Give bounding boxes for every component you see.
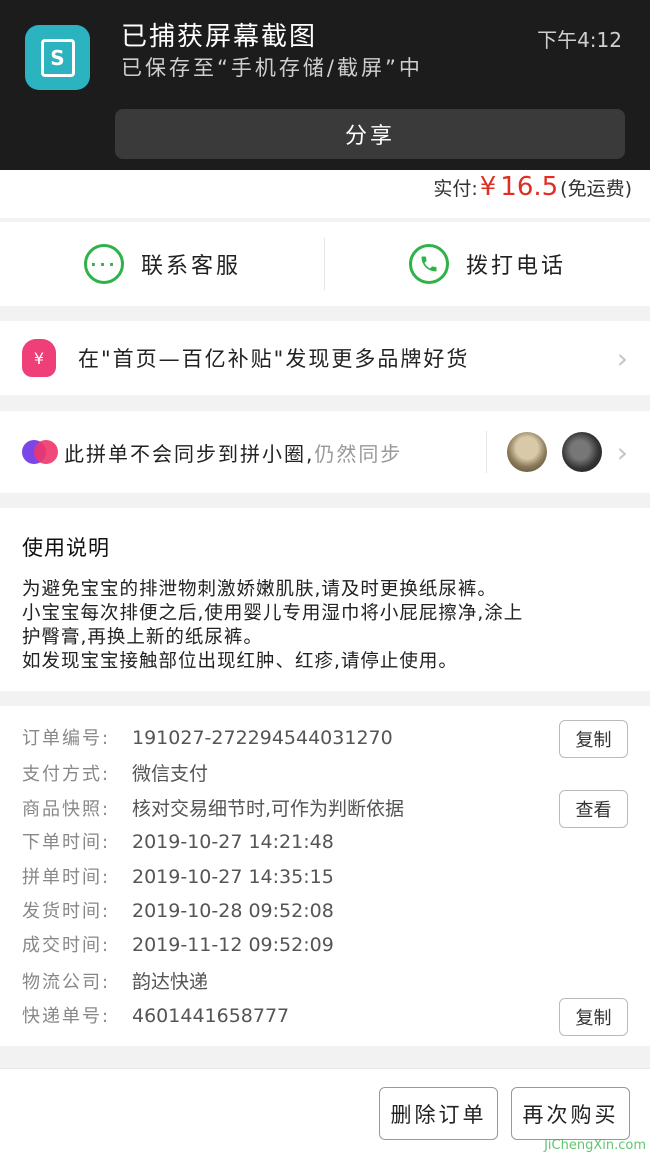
order-number-label: 订单编号: (22, 728, 111, 749)
courier-label: 物流公司: (22, 972, 111, 993)
call-phone-label: 拨打电话 (465, 254, 566, 279)
snapshot-value: 核对交易细节时,可作为判断依据 (132, 798, 405, 820)
usage-title: 使用说明 (22, 536, 110, 560)
delete-order-button[interactable]: 删除订单 (379, 1087, 498, 1140)
usage-instructions: 使用说明 为避免宝宝的排泄物刺激娇嫩肌肤,请及时更换纸尿裤。 小宝宝每次排便之后… (0, 508, 650, 691)
call-phone-button[interactable]: 拨打电话 (325, 222, 650, 306)
chevron-right-icon: › (616, 341, 628, 375)
order-number-value: 191027-272294544031270 (132, 727, 393, 749)
ship-time-value: 2019-10-28 09:52:08 (132, 900, 334, 922)
chevron-right-icon: › (616, 435, 628, 469)
share-button[interactable]: 分享 (115, 109, 625, 159)
tracking-number-row: 快递单号: 4601441658777 (22, 1002, 289, 1028)
usage-line: 护臀膏,再换上新的纸尿裤。 (22, 627, 263, 648)
tracking-number-value: 4601441658777 (132, 1005, 290, 1027)
ship-time-label: 发货时间: (22, 901, 111, 922)
rebuy-button[interactable]: 再次购买 (511, 1087, 630, 1140)
order-detail-page: S 已捕获屏幕截图 已保存至“手机存储/截屏”中 下午4:12 分享 实付: ¥… (0, 0, 650, 1155)
divider (486, 431, 487, 473)
contact-service-label: 联系客服 (140, 254, 241, 279)
courier-value: 韵达快递 (132, 971, 209, 993)
notification-subtitle: 已保存至“手机存储/截屏”中 (121, 56, 423, 80)
payment-method-label: 支付方式: (22, 764, 111, 785)
copy-order-number-button[interactable]: 复制 (559, 720, 628, 758)
group-circle-icon (22, 439, 60, 465)
group-circle-sync-text: 仍然同步 (314, 441, 403, 466)
order-time-value: 2019-10-27 14:21:48 (132, 831, 334, 853)
avatar (507, 432, 547, 472)
shipping-note: (免运费) (560, 178, 632, 200)
deal-time-row: 成交时间: 2019-11-12 09:52:09 (22, 931, 334, 957)
payment-method-value: 微信支付 (132, 763, 209, 785)
usage-line: 为避免宝宝的排泄物刺激娇嫩肌肤,请及时更换纸尿裤。 (22, 579, 497, 600)
group-time-row: 拼单时间: 2019-10-27 14:35:15 (22, 863, 334, 889)
deal-time-label: 成交时间: (22, 935, 111, 956)
tracking-number-label: 快递单号: (22, 1006, 111, 1027)
snapshot-row: 商品快照: 核对交易细节时,可作为判断依据 (22, 794, 404, 821)
screenshot-app-icon: S (25, 25, 90, 90)
payment-method-row: 支付方式: 微信支付 (22, 759, 208, 786)
subsidy-promo-text: 在"首页—百亿补贴"发现更多品牌好货 (78, 347, 470, 371)
divider (324, 238, 325, 290)
group-circle-text: 此拼单不会同步到拼小圈, (64, 441, 315, 466)
paid-currency: ¥ (479, 172, 497, 202)
phone-icon (408, 244, 449, 284)
paid-label: 实付: (433, 178, 478, 200)
notification-time: 下午4:12 (537, 28, 622, 52)
order-time-row: 下单时间: 2019-10-27 14:21:48 (22, 828, 334, 854)
order-time-label: 下单时间: (22, 832, 111, 853)
view-snapshot-button[interactable]: 查看 (559, 790, 628, 828)
site-watermark: JiChengXin.com (544, 1138, 646, 1153)
screenshot-notification[interactable]: S 已捕获屏幕截图 已保存至“手机存储/截屏”中 下午4:12 分享 (0, 0, 650, 170)
usage-line: 小宝宝每次排便之后,使用婴儿专用湿巾将小屁屁擦净,涂上 (22, 603, 524, 624)
paid-amount: 16.5 (500, 172, 559, 202)
group-time-value: 2019-10-27 14:35:15 (132, 866, 334, 888)
contact-service-button[interactable]: ··· 联系客服 (0, 222, 325, 306)
chat-bubble-icon: ··· (83, 244, 124, 284)
subsidy-promo-row[interactable]: ¥ 在"首页—百亿补贴"发现更多品牌好货 › (0, 321, 650, 395)
ship-time-row: 发货时间: 2019-10-28 09:52:08 (22, 897, 334, 923)
copy-tracking-number-button[interactable]: 复制 (559, 998, 628, 1036)
order-number-row: 订单编号: 191027-272294544031270 (22, 724, 393, 750)
avatar (562, 432, 602, 472)
courier-row: 物流公司: 韵达快递 (22, 967, 208, 994)
notification-title: 已捕获屏幕截图 (121, 22, 318, 52)
group-circle-row[interactable]: 此拼单不会同步到拼小圈, 仍然同步 › (0, 411, 650, 493)
order-info: 订单编号: 191027-272294544031270 复制 支付方式: 微信支付… (0, 706, 650, 1046)
snapshot-label: 商品快照: (22, 799, 111, 820)
deal-time-value: 2019-11-12 09:52:09 (132, 934, 334, 956)
payment-summary: 实付: ¥ 16.5 (免运费) (0, 170, 650, 218)
group-time-label: 拼单时间: (22, 867, 111, 888)
money-bag-icon: ¥ (22, 339, 56, 377)
contact-bar: ··· 联系客服 拨打电话 (0, 222, 650, 306)
usage-line: 如发现宝宝接触部位出现红肿、红疹,请停止使用。 (22, 651, 458, 672)
